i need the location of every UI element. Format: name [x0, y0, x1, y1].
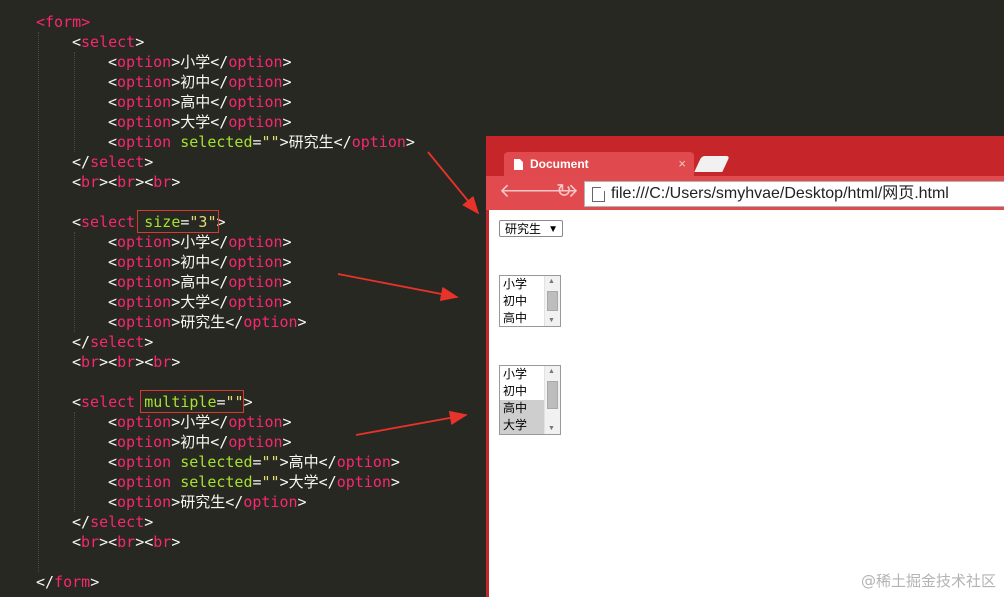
- arrow-to-multiple-listbox: [355, 410, 468, 436]
- arrow-to-size3-listbox: [337, 273, 459, 301]
- watermark: @稀土掘金技术社区: [860, 572, 996, 590]
- annotation-arrows: [337, 151, 480, 436]
- arrow-to-dropdown: [427, 151, 480, 215]
